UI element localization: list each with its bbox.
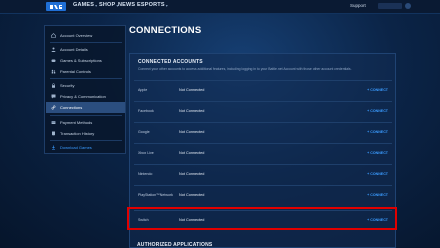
sidebar-item-label: Payment Methods	[60, 120, 93, 125]
sidebar-divider	[50, 140, 122, 141]
authorized-applications-heading: AUTHORIZED APPLICATIONS	[137, 242, 213, 248]
connect-button[interactable]: + CONNECT	[367, 109, 388, 113]
battlenet-logo[interactable]	[46, 2, 66, 11]
lock-icon	[50, 83, 56, 89]
page-title: CONNECTIONS	[129, 25, 202, 36]
nav-news-label: NEWS	[118, 2, 136, 8]
connection-status: Not Connected	[179, 130, 205, 134]
sidebar-item-payment-methods[interactable]: Payment Methods	[46, 117, 125, 128]
sidebar-divider	[50, 115, 122, 116]
connection-name: Nintendo	[138, 172, 153, 176]
connect-button[interactable]: + CONNECT	[367, 151, 388, 155]
link-icon	[50, 105, 56, 111]
connection-row-xbox-live: Xbox Live Not Connected + CONNECT	[134, 143, 392, 163]
connection-row-playstation: PlayStation™Network Not Connected + CONN…	[134, 185, 392, 205]
connection-row-facebook: Facebook Not Connected + CONNECT	[134, 101, 392, 121]
connection-row-nintendo: Nintendo Not Connected + CONNECT	[134, 164, 392, 184]
connection-name: Apple	[138, 88, 148, 92]
receipt-icon	[50, 131, 56, 137]
sidebar-item-label: Transaction History	[60, 131, 95, 136]
sidebar-item-transaction-history[interactable]: Transaction History	[46, 128, 125, 139]
support-link[interactable]: Support	[350, 3, 366, 8]
card-icon	[50, 120, 56, 126]
connection-status: Not Connected	[179, 109, 205, 113]
sidebar-divider	[50, 78, 122, 79]
nav-esports-label: ESPORTS	[137, 2, 165, 8]
gamepad-icon	[50, 58, 56, 64]
connect-button[interactable]: + CONNECT	[367, 172, 388, 176]
connection-status: Not Connected	[179, 193, 205, 197]
nav-esports[interactable]: ESPORTS ▾	[137, 2, 168, 8]
user-icon	[50, 47, 56, 53]
sidebar-item-label: Account Overview	[60, 33, 93, 38]
sidebar-item-parental-controls[interactable]: Parental Controls	[46, 66, 125, 77]
sidebar-item-security[interactable]: Security	[46, 80, 125, 91]
account-menu-button[interactable]	[378, 3, 402, 9]
connection-name: Facebook	[138, 109, 154, 113]
sidebar-item-account-details[interactable]: Account Details	[46, 44, 125, 55]
sidebar-item-connections[interactable]: Connections	[46, 102, 125, 113]
nav-games[interactable]: GAMES ▾	[73, 2, 97, 8]
sidebar-item-label: Games & Subscriptions	[60, 58, 102, 63]
avatar[interactable]	[405, 3, 411, 9]
nav-news[interactable]: NEWS	[118, 2, 135, 8]
section-description: Connect your other accounts to access ad…	[138, 67, 352, 71]
nav-shop-label: SHOP	[99, 2, 116, 8]
sidebar-item-label: Security	[60, 83, 75, 88]
sidebar-item-label: Download Games	[60, 145, 92, 150]
section-heading: CONNECTED ACCOUNTS	[138, 59, 203, 65]
connection-status: Not Connected	[179, 151, 205, 155]
sidebar-item-download-games[interactable]: Download Games	[46, 142, 125, 153]
chevron-down-icon: ▾	[165, 2, 168, 8]
sidebar-item-label: Account Details	[60, 47, 88, 52]
sidebar-item-games-subscriptions[interactable]: Games & Subscriptions	[46, 55, 125, 66]
sidebar-item-label: Connections	[60, 105, 83, 110]
chevron-down-icon: ▾	[95, 2, 98, 8]
connect-button[interactable]: + CONNECT	[367, 88, 388, 92]
sidebar-item-label: Privacy & Communication	[60, 94, 106, 99]
connection-name: Xbox Live	[138, 151, 154, 155]
home-icon	[50, 33, 56, 39]
sidebar-item-account-overview[interactable]: Account Overview	[46, 30, 125, 41]
account-sidebar: Account Overview Account Details Games &…	[44, 25, 126, 154]
family-icon	[50, 69, 56, 75]
logo-icon	[50, 4, 62, 9]
sidebar-item-privacy-communication[interactable]: Privacy & Communication	[46, 91, 125, 102]
chat-icon	[50, 94, 56, 100]
download-icon	[50, 145, 56, 151]
connection-name: PlayStation™Network	[138, 193, 173, 197]
nav-games-label: GAMES	[73, 2, 95, 8]
connect-button[interactable]: + CONNECT	[367, 193, 388, 197]
highlight-box	[127, 207, 397, 230]
connect-button[interactable]: + CONNECT	[367, 130, 388, 134]
connection-status: Not Connected	[179, 172, 205, 176]
top-nav: GAMES ▾ SHOP ▾ NEWS ESPORTS ▾ Support	[0, 0, 440, 14]
connection-name: Google	[138, 130, 150, 134]
sidebar-divider	[50, 42, 122, 43]
sidebar-item-label: Parental Controls	[60, 69, 91, 74]
connection-status: Not Connected	[179, 88, 205, 92]
nav-shop[interactable]: SHOP ▾	[99, 2, 119, 8]
connection-row-google: Google Not Connected + CONNECT	[134, 122, 392, 142]
connection-row-apple: Apple Not Connected + CONNECT	[134, 80, 392, 100]
